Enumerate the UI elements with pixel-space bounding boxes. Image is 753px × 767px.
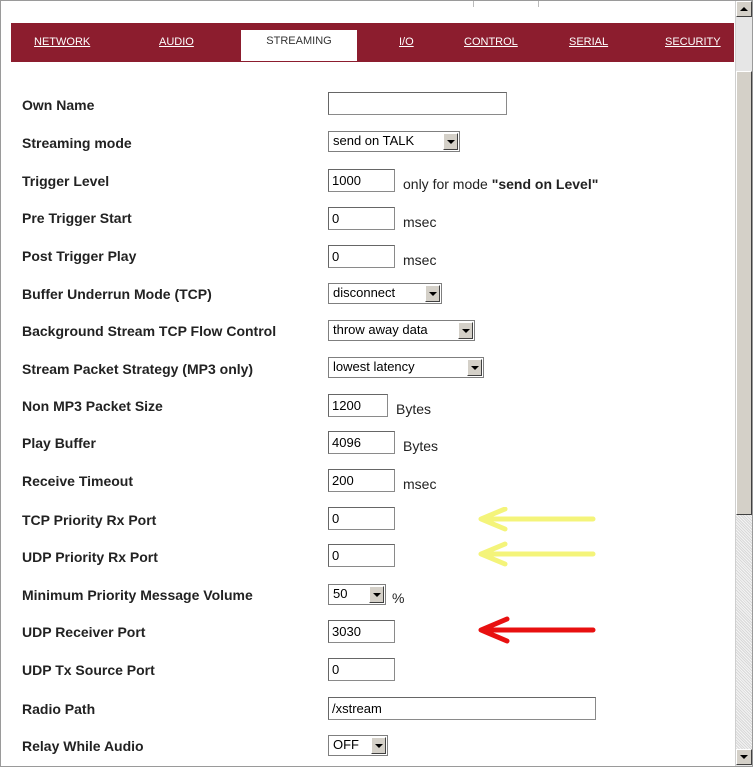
pre-trigger-start-input[interactable] [328,207,395,230]
streaming-mode-value: send on TALK [333,133,415,148]
label-radio-path: Radio Path [22,701,96,717]
chevron-down-icon [369,586,384,603]
label-udp-priority-rx-port: UDP Priority Rx Port [22,549,158,565]
label-trigger-level: Trigger Level [22,173,110,189]
vertical-scrollbar[interactable] [735,1,752,766]
label-receive-timeout: Receive Timeout [22,473,134,489]
label-buffer-underrun-mode: Buffer Underrun Mode (TCP) [22,286,212,302]
non-mp3-packet-size-input[interactable] [328,394,388,417]
strip-tick [538,1,539,7]
buffer-underrun-mode-value: disconnect [333,285,396,300]
post-trigger-unit: msec [403,252,437,268]
tab-audio[interactable]: AUDIO [159,23,194,61]
tab-serial[interactable]: SERIAL [569,23,608,61]
play-buffer-input[interactable] [328,431,395,454]
strip-tick [473,1,474,7]
label-streaming-mode: Streaming mode [22,135,132,151]
tab-control[interactable]: CONTROL [464,23,518,61]
receive-timeout-unit: msec [403,476,437,492]
udp-receiver-port-input[interactable] [328,620,395,643]
chevron-down-icon [458,322,473,339]
label-play-buffer: Play Buffer [22,435,96,451]
bg-stream-flow-control-value: throw away data [333,322,428,337]
tcp-priority-rx-port-input[interactable] [328,507,395,530]
own-name-input[interactable] [328,92,507,115]
yellow-arrow-udp [478,541,596,567]
volume-percent-unit: % [392,590,405,606]
min-priority-msg-volume-value: 50 [333,586,348,601]
label-udp-receiver-port: UDP Receiver Port [22,624,146,640]
label-relay-while-audio: Relay While Audio [22,738,144,754]
trigger-level-note: only for mode "send on Level" [403,176,598,192]
browser-frame: NETWORK AUDIO STREAMING I/O CONTROL SERI… [0,0,753,767]
tab-underline [11,61,734,62]
buffer-underrun-mode-select[interactable]: disconnect [328,283,442,304]
annotation-arrow-red [478,616,596,644]
tab-io[interactable]: I/O [399,23,414,61]
yellow-arrow-tcp [478,507,596,532]
radio-path-input[interactable] [328,697,596,720]
label-post-trigger-play: Post Trigger Play [22,248,137,264]
play-buffer-unit: Bytes [403,438,439,454]
scroll-down-button[interactable] [736,749,752,765]
annotation-arrows-yellow [478,507,596,567]
chevron-down-icon [371,737,386,754]
scroll-up-button[interactable] [736,1,752,17]
label-tcp-priority-rx-port: TCP Priority Rx Port [22,512,157,528]
label-non-mp3-packet-size: Non MP3 Packet Size [22,398,163,414]
chevron-down-icon [425,285,440,302]
tab-network[interactable]: NETWORK [34,23,90,61]
tab-bar: NETWORK AUDIO STREAMING I/O CONTROL SERI… [11,23,734,61]
label-bg-stream-flow-control: Background Stream TCP Flow Control [22,323,277,339]
trigger-note-mode: "send on Level" [491,176,599,192]
scrollbar-track[interactable] [736,515,752,749]
receive-timeout-input[interactable] [328,469,395,492]
tab-security[interactable]: SECURITY [665,23,721,61]
label-udp-tx-source-port: UDP Tx Source Port [22,662,155,678]
udp-tx-source-port-input[interactable] [328,658,395,681]
tab-streaming[interactable]: STREAMING [241,30,357,61]
scrollbar-thumb[interactable] [736,71,752,515]
top-strip [1,1,734,11]
label-min-priority-msg-volume: Minimum Priority Message Volume [22,587,253,603]
label-pre-trigger-start: Pre Trigger Start [22,210,132,226]
bg-stream-flow-control-select[interactable]: throw away data [328,320,475,341]
streaming-mode-select[interactable]: send on TALK [328,131,460,152]
chevron-down-icon [467,359,482,376]
relay-while-audio-value: OFF [333,737,359,752]
label-stream-packet-strategy: Stream Packet Strategy (MP3 only) [22,361,254,377]
min-priority-msg-volume-select[interactable]: 50 [328,584,386,605]
chevron-down-icon [443,133,458,150]
stream-packet-strategy-select[interactable]: lowest latency [328,357,484,378]
label-own-name: Own Name [22,97,95,113]
udp-priority-rx-port-input[interactable] [328,544,395,567]
pre-trigger-unit: msec [403,214,437,230]
trigger-level-input[interactable] [328,169,395,192]
stream-packet-strategy-value: lowest latency [333,359,415,374]
packet-size-unit: Bytes [396,401,432,417]
relay-while-audio-select[interactable]: OFF [328,735,388,756]
trigger-note-text: only for mode [403,176,492,192]
post-trigger-play-input[interactable] [328,245,395,268]
